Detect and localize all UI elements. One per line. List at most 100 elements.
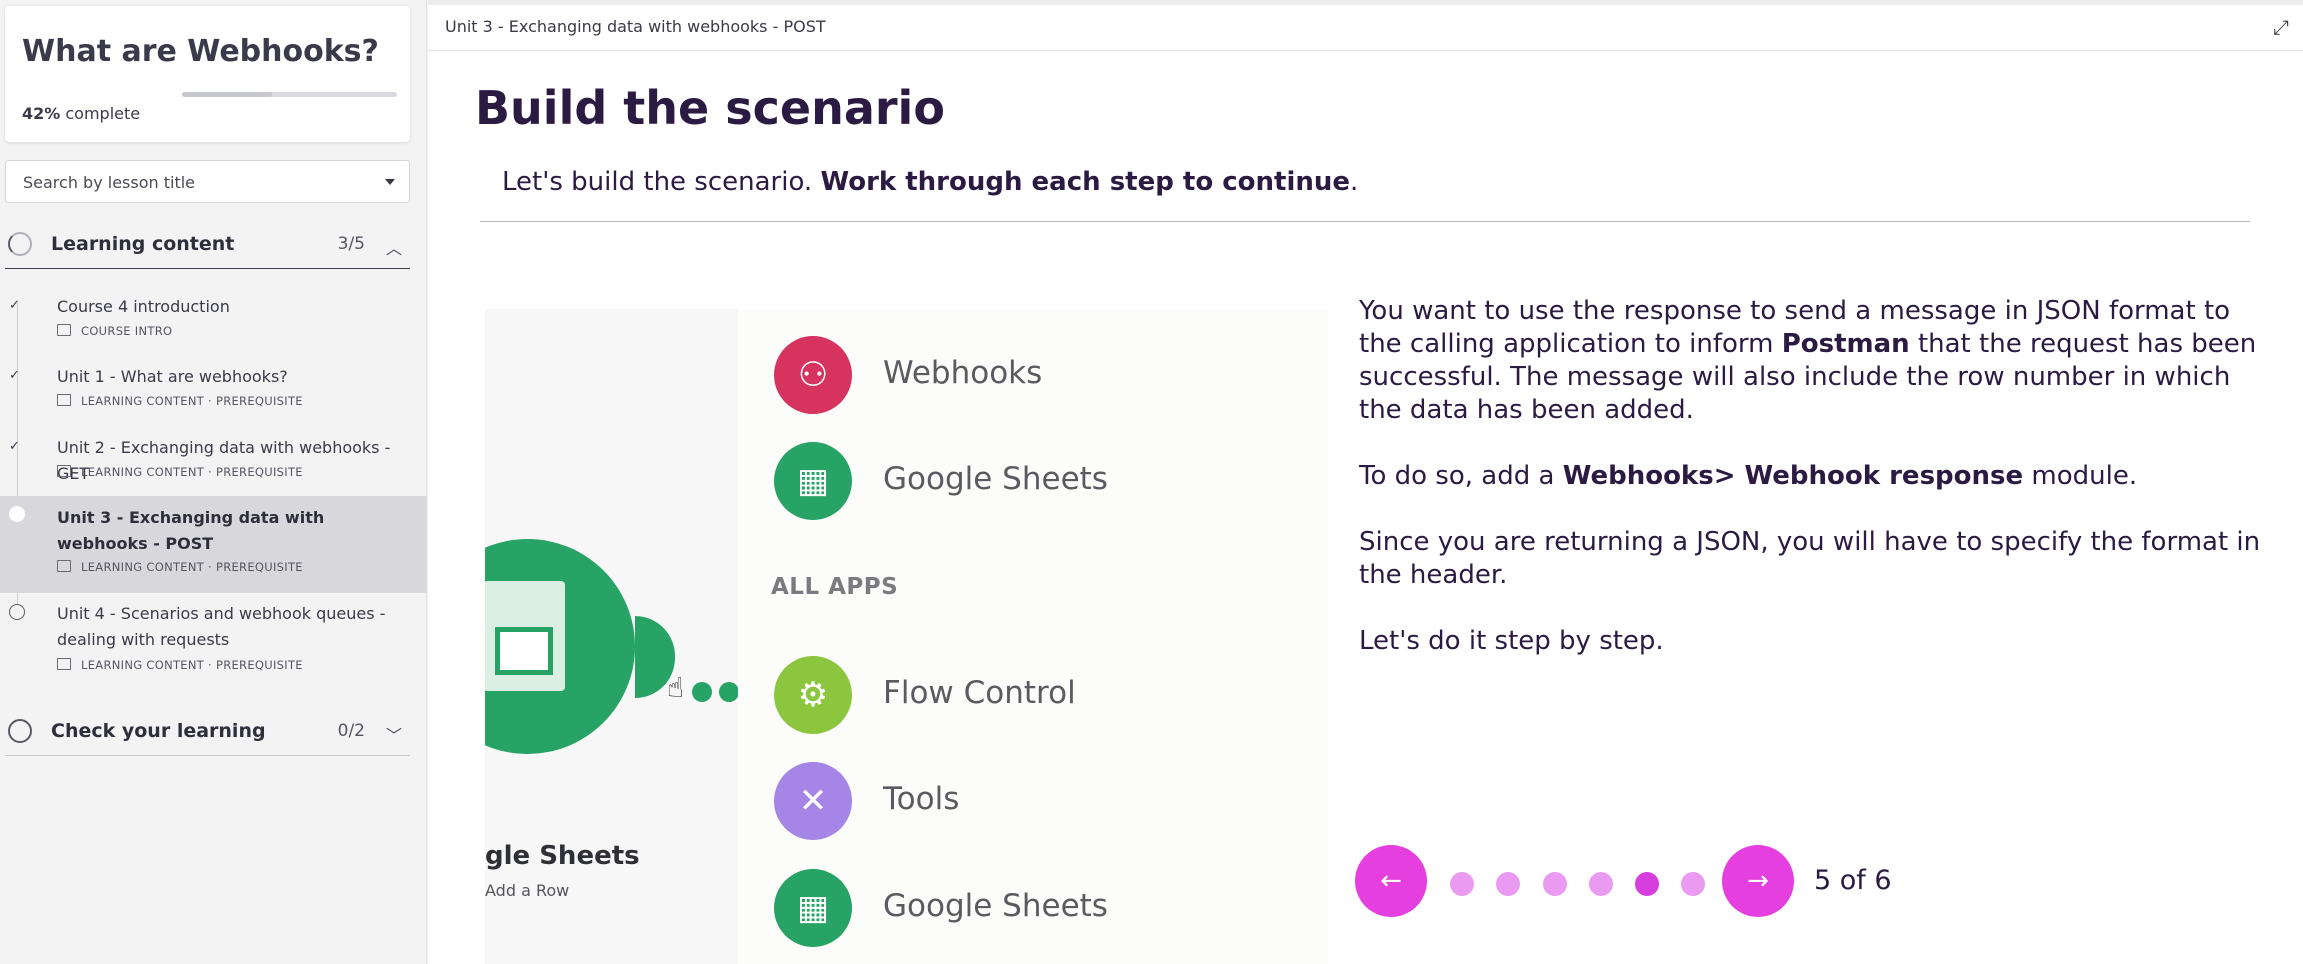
section-count: 3/5 xyxy=(337,234,365,254)
tools-icon: ✕ xyxy=(774,762,852,840)
app-name: Google Sheets xyxy=(883,461,1108,497)
step-counter: 5 of 6 xyxy=(1814,865,1892,896)
lesson-item-unit-2[interactable]: ✓ Unit 2 - Exchanging data with webhooks… xyxy=(0,436,427,486)
section-learning-content[interactable]: Learning content 3/5 ︿ xyxy=(5,217,410,269)
app-name: Flow Control xyxy=(883,675,1076,711)
lesson-meta: LEARNING CONTENT · PREREQUISITE xyxy=(57,560,303,574)
scenario-screenshot: ☝ gle Sheets Add a Row ⚇ Webhooks ▦ Goog… xyxy=(485,309,1329,964)
pager-dot-1[interactable] xyxy=(1450,872,1474,896)
app-name: Webhooks xyxy=(883,355,1043,391)
checkmark-icon: ✓ xyxy=(9,368,20,383)
course-card: What are Webhooks? 42% complete xyxy=(5,6,410,142)
chevron-down-icon[interactable]: ﹀ xyxy=(386,722,402,746)
step-paragraph: Let's do it step by step. xyxy=(1359,626,1664,656)
connector-dot xyxy=(719,682,739,702)
lesson-item-unit-3[interactable]: Unit 3 - Exchanging data with webhooks -… xyxy=(0,496,427,593)
app-item-google-sheets: ▦ Google Sheets xyxy=(774,869,1314,947)
step-paragraph: Since you are returning a JSON, you will… xyxy=(1359,527,2261,590)
lesson-item-unit-1[interactable]: ✓ Unit 1 - What are webhooks? LEARNING C… xyxy=(0,365,427,415)
intro-end: . xyxy=(1350,167,1359,197)
lesson-topbar: Unit 3 - Exchanging data with webhooks -… xyxy=(428,0,2303,51)
lesson-meta: LEARNING CONTENT · PREREQUISITE xyxy=(57,658,303,672)
divider xyxy=(480,221,2250,222)
lesson-meta: LEARNING CONTENT · PREREQUISITE xyxy=(57,465,303,479)
section-progress-icon xyxy=(8,719,32,743)
section-check-your-learning[interactable]: Check your learning 0/2 ﹀ xyxy=(5,704,410,756)
pager-dot-3[interactable] xyxy=(1543,872,1567,896)
lesson-meta-text: LEARNING CONTENT · PREREQUISITE xyxy=(81,465,303,479)
step-paragraph: You want to use the response to send a m… xyxy=(1359,295,2279,427)
connector-dot xyxy=(692,682,712,702)
app-item-webhooks: ⚇ Webhooks xyxy=(774,336,1314,414)
lesson-title: Unit 3 - Exchanging data with webhooks -… xyxy=(57,508,325,553)
expand-icon[interactable]: ⤢ xyxy=(2273,15,2289,39)
sheet-grid xyxy=(495,627,553,675)
step-description: You want to use the response to send a m… xyxy=(1359,295,2279,691)
previous-step-button[interactable]: ← xyxy=(1355,845,1427,917)
lesson-item-course-intro[interactable]: ✓ Course 4 introduction COURSE INTRO xyxy=(0,295,427,345)
text-run-bold: Postman xyxy=(1781,329,1910,359)
webhook-icon: ⚇ xyxy=(774,336,852,414)
checkmark-icon: ✓ xyxy=(9,439,20,454)
lesson-title: Unit 4 - Scenarios and webhook queues - … xyxy=(57,604,386,649)
app-item-flow-control: ⚙ Flow Control xyxy=(774,656,1314,734)
current-lesson-indicator xyxy=(9,506,25,522)
lesson-meta-text: LEARNING CONTENT · PREREQUISITE xyxy=(81,394,303,408)
step-paragraph: To do so, add a Webhooks> Webhook respon… xyxy=(1359,460,2279,493)
progress-value: 42% xyxy=(22,104,61,123)
arrow-right-icon: → xyxy=(1747,866,1769,896)
google-sheets-module-icon xyxy=(485,539,635,754)
text-run: To do so, add a xyxy=(1359,461,1563,491)
google-sheets-icon: ▦ xyxy=(774,869,852,947)
arrow-left-icon: ← xyxy=(1380,866,1402,896)
page-title: Build the scenario xyxy=(475,81,945,135)
app-item-tools: ✕ Tools xyxy=(774,762,1314,840)
app-picker-panel: ⚇ Webhooks ▦ Google Sheets ALL APPS ⚙ Fl… xyxy=(738,309,1329,964)
lesson-meta: COURSE INTRO xyxy=(57,324,172,338)
next-step-button[interactable]: → xyxy=(1722,845,1794,917)
checkmark-icon: ✓ xyxy=(9,298,20,313)
hand-cursor-icon: ☝ xyxy=(667,671,685,704)
lesson-meta-text: LEARNING CONTENT · PREREQUISITE xyxy=(81,560,303,574)
intro-bold: Work through each step to continue xyxy=(820,167,1351,197)
course-title: What are Webhooks? xyxy=(22,34,379,69)
pager-dot-2[interactable] xyxy=(1496,872,1520,896)
module-label: gle Sheets xyxy=(485,841,640,871)
lesson-item-unit-4[interactable]: Unit 4 - Scenarios and webhook queues - … xyxy=(0,602,427,677)
all-apps-heading: ALL APPS xyxy=(771,574,899,600)
intro-plain: Let's build the scenario. xyxy=(502,167,821,197)
chevron-up-icon[interactable]: ︿ xyxy=(386,235,402,259)
intro-text: Let's build the scenario. Work through e… xyxy=(502,167,1358,197)
incomplete-lesson-indicator xyxy=(9,604,25,620)
search-placeholder: Search by lesson title xyxy=(23,173,196,192)
lesson-meta-text: LEARNING CONTENT · PREREQUISITE xyxy=(81,658,303,672)
section-count: 0/2 xyxy=(337,721,365,741)
pager-dot-5[interactable] xyxy=(1635,872,1659,896)
pager-dot-4[interactable] xyxy=(1589,872,1613,896)
app-item-google-sheets: ▦ Google Sheets xyxy=(774,442,1314,520)
text-run-bold: Webhooks> Webhook response xyxy=(1562,461,2024,491)
lesson-meta: LEARNING CONTENT · PREREQUISITE xyxy=(57,394,303,408)
slides-icon xyxy=(57,560,71,572)
breadcrumb: Unit 3 - Exchanging data with webhooks -… xyxy=(445,17,826,36)
section-progress-icon xyxy=(8,232,32,256)
progress-suffix: complete xyxy=(60,104,141,123)
pager-dot-6[interactable] xyxy=(1681,872,1705,896)
document-icon xyxy=(57,324,71,336)
gear-icon: ⚙ xyxy=(774,656,852,734)
app-name: Google Sheets xyxy=(883,888,1108,924)
lesson-title: Unit 1 - What are webhooks? xyxy=(57,367,288,386)
lesson-search-select[interactable]: Search by lesson title xyxy=(5,160,410,203)
caret-down-icon xyxy=(385,179,395,185)
slides-icon xyxy=(57,394,71,406)
lesson-title: Course 4 introduction xyxy=(57,297,230,316)
module-sublabel: Add a Row xyxy=(485,881,570,900)
lesson-meta-text: COURSE INTRO xyxy=(81,324,173,338)
slides-icon xyxy=(57,658,71,670)
sidebar: What are Webhooks? 42% complete Search b… xyxy=(0,0,427,964)
slides-icon xyxy=(57,465,71,477)
course-progress-bar xyxy=(182,92,397,97)
text-run: module. xyxy=(2023,461,2138,491)
lesson-title: Unit 2 - Exchanging data with webhooks -… xyxy=(57,438,391,483)
lesson-content: Build the scenario Let's build the scena… xyxy=(428,51,2303,964)
